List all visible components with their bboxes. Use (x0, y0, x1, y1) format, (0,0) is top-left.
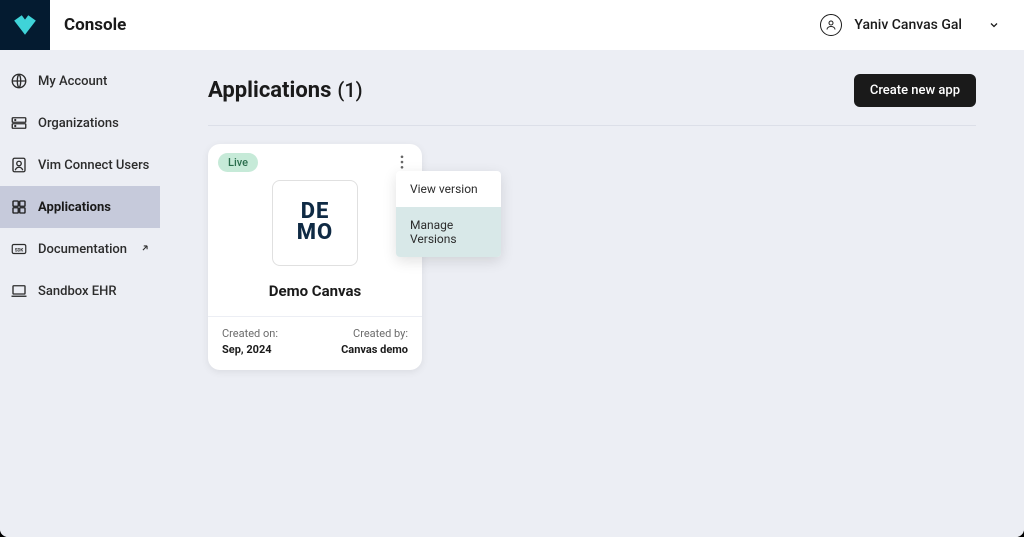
heart-icon (12, 12, 38, 38)
page-title: Applications (208, 78, 331, 103)
globe-icon (10, 72, 28, 90)
sidebar-item-documentation[interactable]: SDK Documentation (0, 228, 160, 270)
user-avatar-icon (820, 14, 842, 36)
sidebar-item-label: Documentation (38, 242, 127, 257)
laptop-icon (10, 282, 28, 300)
brand-logo[interactable] (0, 0, 50, 50)
page-header: Applications (1) Create new app (208, 74, 976, 126)
sidebar-item-label: My Account (38, 74, 107, 89)
dropdown-view-version[interactable]: View version (396, 171, 501, 207)
more-menu-button[interactable] (392, 152, 412, 172)
created-by-label: Created by: (341, 327, 408, 340)
status-badge: Live (218, 153, 258, 172)
app-logo: DE MO (272, 180, 358, 266)
dropdown-manage-versions[interactable]: Manage Versions (396, 207, 501, 257)
user-name: Yaniv Canvas Gal (854, 17, 962, 33)
sidebar-item-label: Sandbox EHR (38, 284, 117, 299)
header-left: Console (0, 0, 126, 50)
sidebar-item-my-account[interactable]: My Account (0, 60, 160, 102)
created-on-label: Created on: (222, 327, 278, 340)
sidebar-item-label: Vim Connect Users (38, 158, 149, 173)
chevron-down-icon (988, 16, 1000, 35)
sidebar-item-vim-connect-users[interactable]: Vim Connect Users (0, 144, 160, 186)
sidebar-item-sandbox-ehr[interactable]: Sandbox EHR (0, 270, 160, 312)
card-dropdown-menu: View version Manage Versions (396, 171, 501, 257)
created-by-value: Canvas demo (341, 343, 408, 356)
sdk-icon: SDK (10, 240, 28, 258)
sidebar-item-organizations[interactable]: Organizations (0, 102, 160, 144)
app-name: Demo Canvas (269, 282, 362, 300)
user-menu[interactable]: Yaniv Canvas Gal (820, 14, 1000, 36)
dots-vertical-icon (400, 155, 404, 169)
header: Console Yaniv Canvas Gal (0, 0, 1024, 50)
server-icon (10, 114, 28, 132)
external-link-icon (140, 243, 150, 256)
sidebar-item-applications[interactable]: Applications (0, 186, 160, 228)
content-area: Applications (1) Create new app Live (160, 50, 1024, 537)
app-card[interactable]: Live DE MO Demo Canvas (208, 144, 422, 370)
sidebar-item-label: Applications (38, 200, 111, 215)
product-title: Console (64, 15, 126, 35)
sidebar: My Account Organizations Vim Connect Use… (0, 50, 160, 537)
created-on-value: Sep, 2024 (222, 343, 278, 356)
user-badge-icon (10, 156, 28, 174)
svg-text:SDK: SDK (15, 247, 24, 253)
sidebar-item-label: Organizations (38, 116, 119, 131)
page-count: (1) (337, 78, 362, 102)
create-new-app-button[interactable]: Create new app (854, 74, 976, 107)
apps-icon (10, 198, 28, 216)
